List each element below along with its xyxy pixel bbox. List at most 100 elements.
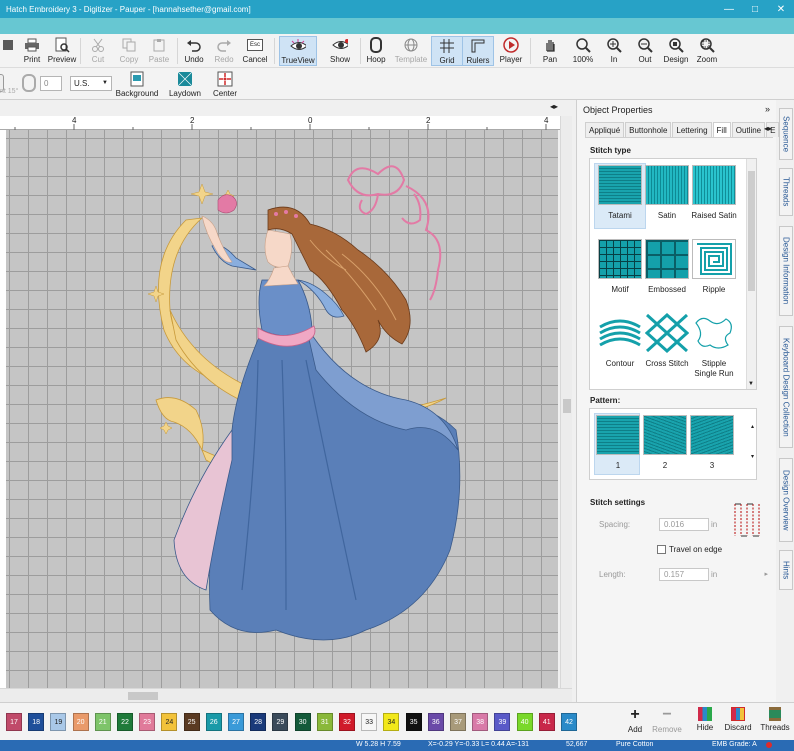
color-chip[interactable]: 30 — [294, 713, 311, 731]
motif-swatch[interactable] — [598, 239, 642, 279]
paste-button[interactable]: Paste — [143, 36, 175, 66]
ripple-swatch[interactable] — [692, 239, 736, 279]
color-chip[interactable]: 31 — [316, 713, 333, 731]
pattern-1-swatch[interactable] — [596, 415, 640, 455]
embroidery-design[interactable] — [6, 130, 558, 688]
color-chip[interactable]: 26 — [205, 713, 222, 731]
laydown-button[interactable]: Laydown — [166, 70, 204, 100]
cross-stitch-swatch[interactable] — [644, 312, 690, 354]
template-button[interactable]: Template — [394, 36, 428, 66]
spacing-field[interactable]: 0.016 — [659, 518, 709, 531]
scroll-thumb[interactable] — [748, 171, 755, 291]
color-chip[interactable]: 33 — [361, 713, 378, 731]
color-chip[interactable]: 18 — [28, 713, 45, 731]
color-chip[interactable]: 34 — [383, 713, 400, 731]
color-chip[interactable]: 40 — [516, 713, 533, 731]
spacing-input[interactable]: 0 — [40, 76, 62, 91]
design-overview-tab[interactable]: Design Overview — [779, 458, 793, 542]
color-chip[interactable]: 37 — [450, 713, 466, 731]
minimize-button[interactable]: — — [716, 0, 742, 18]
length-field[interactable]: 0.157 — [659, 568, 709, 581]
rulers-button[interactable]: Rulers — [462, 36, 494, 66]
stipple-swatch[interactable] — [692, 313, 736, 353]
background-button[interactable]: Background — [114, 70, 160, 100]
color-chip[interactable]: 32 — [339, 713, 355, 731]
undo-button[interactable]: Undo — [178, 36, 210, 66]
preview-button[interactable]: Preview — [46, 36, 78, 66]
cut-button[interactable]: Cut — [82, 36, 114, 66]
chevron-down-icon[interactable]: ▾ — [751, 453, 754, 460]
color-chip[interactable]: 35 — [405, 713, 422, 731]
color-chip[interactable]: 42 — [561, 713, 577, 731]
show-button[interactable]: Show — [322, 36, 358, 66]
pattern-3-swatch[interactable] — [690, 415, 734, 455]
hide-colors-button[interactable]: Hide — [690, 707, 720, 739]
color-chip[interactable]: 24 — [161, 713, 178, 731]
color-chip[interactable]: 36 — [427, 713, 444, 731]
raised-satin-swatch[interactable] — [692, 165, 736, 205]
print-button[interactable]: Print — [16, 36, 48, 66]
zoom-100-button[interactable]: 100% — [567, 36, 599, 66]
color-chip[interactable]: 23 — [139, 713, 156, 731]
keyboard-design-collection-tab[interactable]: Keyboard Design Collection — [779, 326, 793, 448]
player-button[interactable]: Player — [495, 36, 527, 66]
threads-tab[interactable]: Threads — [779, 168, 793, 216]
lock-shape-icon[interactable] — [22, 74, 36, 92]
color-chip[interactable]: 25 — [183, 713, 200, 731]
discard-colors-button[interactable]: Discard — [722, 707, 754, 739]
horizontal-scrollbar[interactable] — [0, 688, 572, 702]
trueview-button[interactable]: TrueView — [279, 36, 317, 66]
design-information-tab[interactable]: Design Information — [779, 226, 793, 316]
list-scrollbar[interactable]: ▼ — [746, 159, 756, 389]
pattern-2-swatch[interactable] — [643, 415, 687, 455]
color-chip[interactable]: 22 — [117, 713, 133, 731]
grid-button[interactable]: Grid — [431, 36, 463, 66]
remove-color-button[interactable]: − Remove — [650, 707, 684, 739]
color-chip[interactable]: 17 — [6, 713, 22, 731]
color-chip[interactable]: 39 — [494, 713, 511, 731]
collapse-icon[interactable]: ◂▸ — [550, 102, 558, 111]
cancel-button[interactable]: Esc Cancel — [239, 36, 271, 66]
tab-fill[interactable]: Fill — [712, 122, 731, 137]
scroll-right-icon[interactable]: ▸ — [764, 570, 768, 578]
zoom-out-button[interactable]: Out — [629, 36, 661, 66]
hoop-button[interactable]: Hoop — [360, 36, 392, 66]
sequence-tab[interactable]: Sequence — [779, 108, 793, 160]
zoom-design-button[interactable]: Design — [660, 36, 692, 66]
units-select[interactable]: U.S. ▼ — [70, 76, 112, 91]
color-chip[interactable]: 19 — [50, 713, 67, 731]
color-chip[interactable]: 20 — [72, 713, 89, 731]
vertical-scrollbar[interactable] — [560, 116, 572, 690]
threads-button[interactable]: Threads — [758, 707, 792, 739]
color-chip[interactable]: 41 — [538, 713, 555, 731]
maximize-button[interactable]: □ — [742, 0, 768, 18]
center-button[interactable]: Center — [208, 70, 242, 100]
chevron-down-icon[interactable]: ▼ — [748, 381, 754, 387]
redo-button[interactable]: Redo — [208, 36, 240, 66]
add-color-button[interactable]: + Add — [620, 707, 650, 739]
satin-swatch[interactable] — [645, 165, 689, 205]
color-chip[interactable]: 27 — [228, 713, 244, 731]
scroll-thumb[interactable] — [128, 692, 158, 700]
tab-applique[interactable]: Appliqué — [585, 122, 625, 137]
color-chip[interactable]: 28 — [250, 713, 267, 731]
tab-scroll-icon[interactable]: ◂▸ — [764, 124, 772, 133]
hints-tab[interactable]: Hints — [779, 550, 793, 590]
contour-swatch[interactable] — [598, 313, 642, 353]
tatami-swatch[interactable] — [598, 165, 642, 205]
zoom-in-button[interactable]: In — [598, 36, 630, 66]
collapse-panel-button[interactable]: » — [765, 104, 770, 114]
embossed-swatch[interactable] — [645, 239, 689, 279]
color-chip[interactable]: 29 — [272, 713, 289, 731]
zoom-box-button[interactable]: Zoom — [691, 36, 723, 66]
tab-buttonhole[interactable]: Buttonhole — [625, 122, 672, 137]
chevron-up-icon[interactable]: ▴ — [751, 423, 754, 430]
tab-outline[interactable]: Outline — [731, 122, 766, 137]
color-chip[interactable]: 38 — [472, 713, 489, 731]
design-canvas[interactable] — [6, 130, 558, 688]
travel-on-edge-checkbox[interactable] — [657, 545, 666, 554]
pan-button[interactable]: Pan — [534, 36, 566, 66]
horizontal-ruler[interactable]: 4 2 0 2 4 — [0, 116, 562, 130]
copy-button[interactable]: Copy — [113, 36, 145, 66]
close-button[interactable]: ✕ — [768, 0, 794, 18]
